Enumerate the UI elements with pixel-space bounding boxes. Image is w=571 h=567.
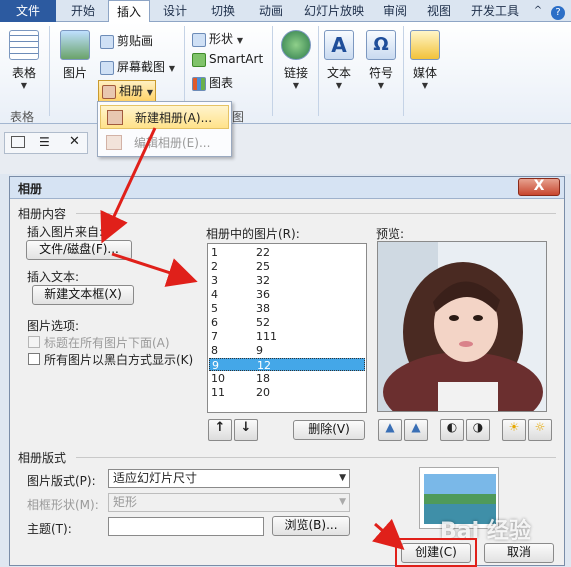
arrow-to-file-button — [100, 127, 157, 244]
arrow-to-create-button — [372, 518, 405, 550]
annotation-arrows — [100, 127, 405, 550]
arrow-to-picture-list — [111, 252, 198, 287]
